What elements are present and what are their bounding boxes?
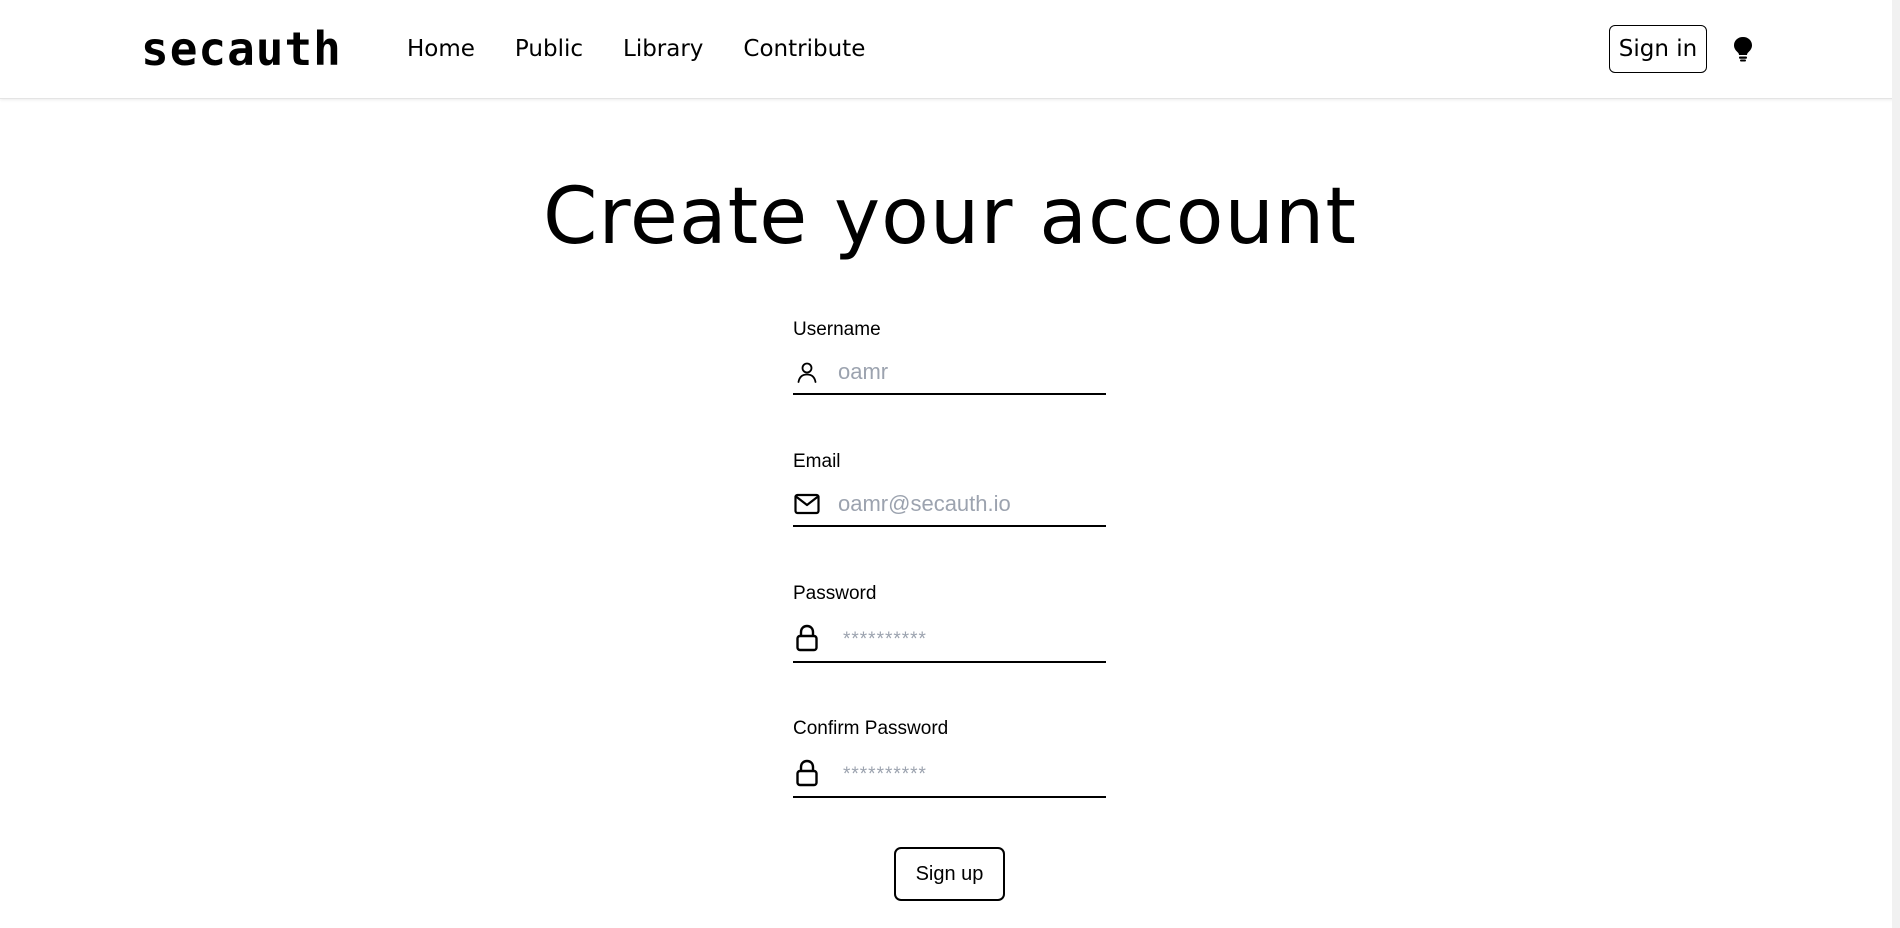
username-input[interactable] [838, 352, 1098, 392]
email-input[interactable] [838, 484, 1098, 524]
page: secauth Home Public Library Contribute S… [0, 0, 1900, 928]
page-title: Create your account [543, 172, 1357, 262]
username-input-row [793, 351, 1106, 395]
main-nav: Home Public Library Contribute [407, 31, 865, 67]
password-field-group: Password [793, 581, 1106, 716]
lock-icon [793, 624, 821, 652]
top-navbar: secauth Home Public Library Contribute S… [0, 0, 1900, 99]
username-label: Username [793, 319, 881, 340]
secauth-logo[interactable]: secauth [141, 22, 342, 76]
mail-icon [793, 490, 821, 518]
confirm-password-field-group: Confirm Password [793, 716, 1106, 848]
sign-in-button[interactable]: Sign in [1609, 25, 1707, 73]
confirm-password-input[interactable] [843, 753, 1103, 793]
signup-form: Username Email [793, 317, 1106, 848]
theme-toggle-button[interactable] [1730, 34, 1756, 64]
nav-link-contribute[interactable]: Contribute [743, 31, 865, 67]
user-icon [793, 358, 821, 386]
nav-link-public[interactable]: Public [515, 31, 583, 67]
lightbulb-icon [1734, 37, 1752, 62]
password-label: Password [793, 583, 877, 604]
confirm-password-input-row [793, 750, 1106, 798]
username-field-group: Username [793, 317, 1106, 449]
password-input-row [793, 615, 1106, 663]
nav-link-home[interactable]: Home [407, 31, 475, 67]
lock-icon [793, 759, 821, 787]
password-input[interactable] [843, 618, 1103, 658]
page-scrollbar[interactable] [1892, 0, 1900, 928]
email-field-group: Email [793, 449, 1106, 581]
email-label: Email [793, 451, 841, 472]
sign-up-button[interactable]: Sign up [894, 847, 1005, 901]
nav-link-library[interactable]: Library [623, 31, 703, 67]
email-input-row [793, 483, 1106, 527]
confirm-password-label: Confirm Password [793, 718, 949, 739]
